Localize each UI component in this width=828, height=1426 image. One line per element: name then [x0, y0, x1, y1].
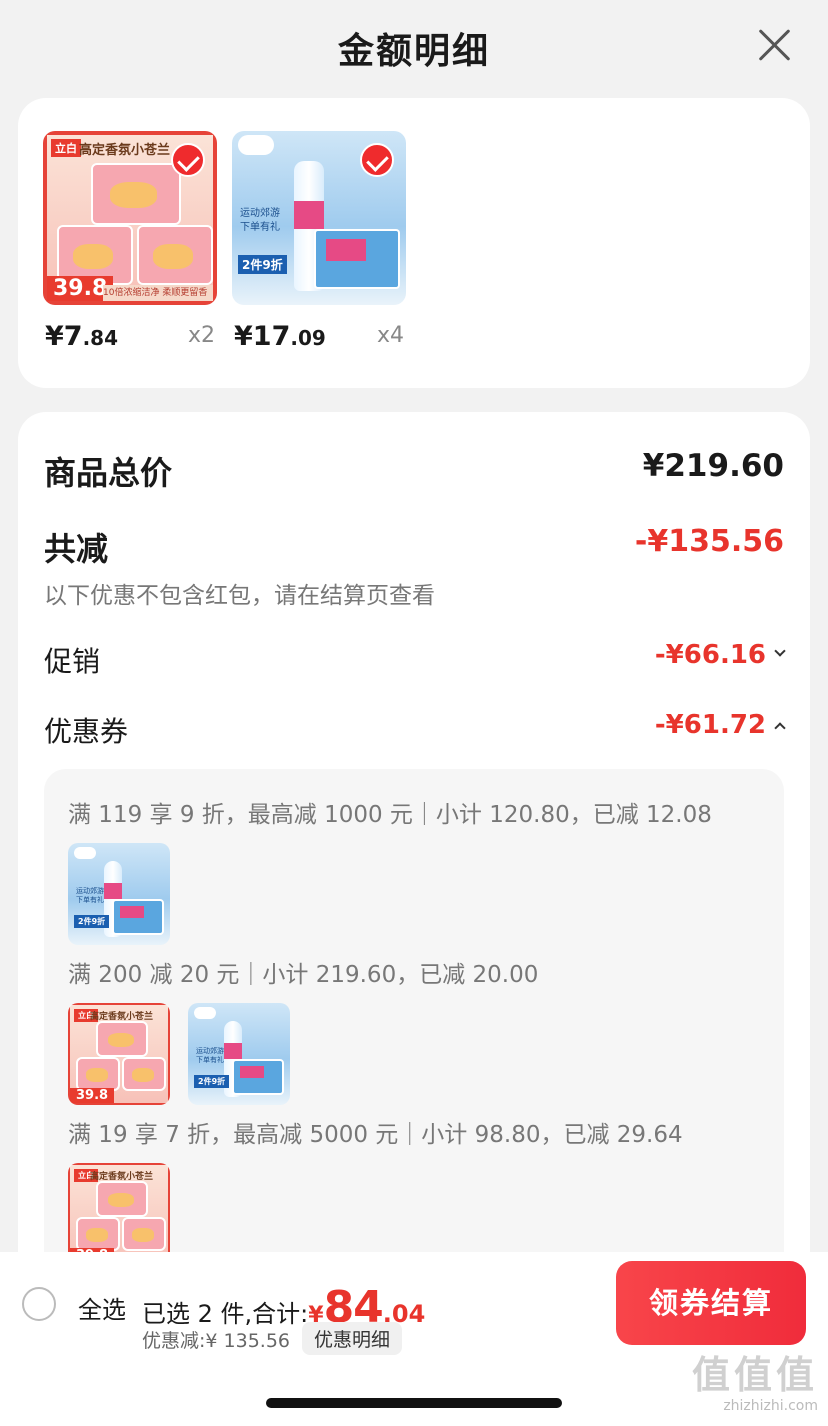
product-item[interactable]: 运动郊游 下单有礼 2件9折 ¥17.09 x4 — [232, 131, 406, 352]
coupon-detail-panel: 满 119 享 9 折，最高减 1000 元｜小计 120.80，已减 12.0… — [44, 769, 784, 1312]
selected-count: 已选 2 件,合计: — [142, 1300, 309, 1328]
coupon-rule: 满 200 减 20 元｜小计 219.60，已减 20.00 — [68, 962, 539, 988]
close-icon[interactable] — [756, 26, 794, 64]
total-row: 商品总价 ¥219.60 — [44, 448, 784, 494]
watermark: 值值值 — [691, 1353, 818, 1397]
home-indicator — [266, 1398, 562, 1408]
reduce-value: -¥135.56 — [634, 524, 784, 559]
header: 金额明细 — [0, 0, 828, 92]
coupon-product-image: 运动郊游 下单有礼 2件9折 — [188, 1003, 290, 1105]
product-item[interactable]: 立白 高定香氛小苍兰 39.8 10倍浓缩洁净 柔顺更留香 ¥7.84 x2 — [43, 131, 217, 352]
coupon-product-image: 运动郊游 下单有礼 2件9折 — [68, 843, 170, 945]
total-value: ¥219.60 — [642, 448, 784, 484]
price-details-card: 商品总价 ¥219.60 共减 -¥135.56 以下优惠不包含红包，请在结算页… — [18, 412, 810, 1312]
product-quantity: x4 — [376, 323, 404, 348]
checkout-bar: 全选 已选 2 件,合计:¥84.04 优惠减:¥ 135.56 优惠明细 领券… — [0, 1252, 828, 1426]
reduce-row: 共减 -¥135.56 — [44, 524, 784, 570]
coupon-value: -¥61.72 — [655, 710, 786, 740]
product-tag: 2件9折 — [238, 255, 287, 274]
checkout-button[interactable]: 领券结算 — [616, 1261, 806, 1345]
checkbox-checked-icon[interactable] — [171, 143, 205, 177]
select-all-label[interactable]: 全选 — [78, 1290, 126, 1325]
coupon-row[interactable]: 优惠券 -¥61.72 — [44, 710, 786, 750]
reduce-label: 共减 — [44, 530, 109, 568]
product-price: ¥7.84 — [45, 321, 119, 352]
discount-detail-button[interactable]: 优惠明细 — [302, 1322, 403, 1355]
chevron-up-icon — [774, 721, 786, 734]
brand-logo-icon — [238, 135, 274, 155]
total-label: 商品总价 — [44, 454, 173, 492]
product-image[interactable]: 运动郊游 下单有礼 2件9折 — [232, 131, 406, 305]
chevron-down-icon — [774, 644, 786, 657]
checkbox-checked-icon[interactable] — [360, 143, 394, 177]
products-card: 立白 高定香氛小苍兰 39.8 10倍浓缩洁净 柔顺更留香 ¥7.84 x2 运… — [18, 98, 810, 388]
promo-value: -¥66.16 — [655, 640, 786, 670]
promo-label: 促销 — [44, 645, 101, 678]
product-footer: 10倍浓缩洁净 柔顺更留香 — [103, 285, 213, 301]
select-all-radio[interactable] — [22, 1287, 56, 1321]
product-image[interactable]: 立白 高定香氛小苍兰 39.8 10倍浓缩洁净 柔顺更留香 — [43, 131, 217, 305]
brand-tag: 立白 — [51, 139, 81, 157]
coupon-label: 优惠券 — [44, 715, 129, 748]
saving-amount: 优惠减:¥ 135.56 — [142, 1330, 291, 1352]
product-quantity: x2 — [187, 323, 215, 348]
product-caption: 运动郊游 下单有礼 — [240, 208, 280, 233]
watermark-url: zhizhizhi.com — [723, 1398, 818, 1414]
coupon-rule: 满 19 享 7 折，最高减 5000 元｜小计 98.80，已减 29.64 — [68, 1122, 683, 1148]
coupon-product-image: 立白高定香氛小苍兰39.8 — [68, 1003, 170, 1105]
promo-row[interactable]: 促销 -¥66.16 — [44, 640, 786, 680]
coupon-product-image: 立白高定香氛小苍兰39.8 — [68, 1163, 170, 1265]
red-packet-note: 以下优惠不包含红包，请在结算页查看 — [44, 583, 435, 609]
product-caption: 高定香氛小苍兰 — [79, 143, 171, 158]
page-title: 金额明细 — [337, 31, 490, 72]
product-price: ¥17.09 — [234, 321, 326, 352]
coupon-rule: 满 119 享 9 折，最高减 1000 元｜小计 120.80，已减 12.0… — [68, 802, 712, 828]
